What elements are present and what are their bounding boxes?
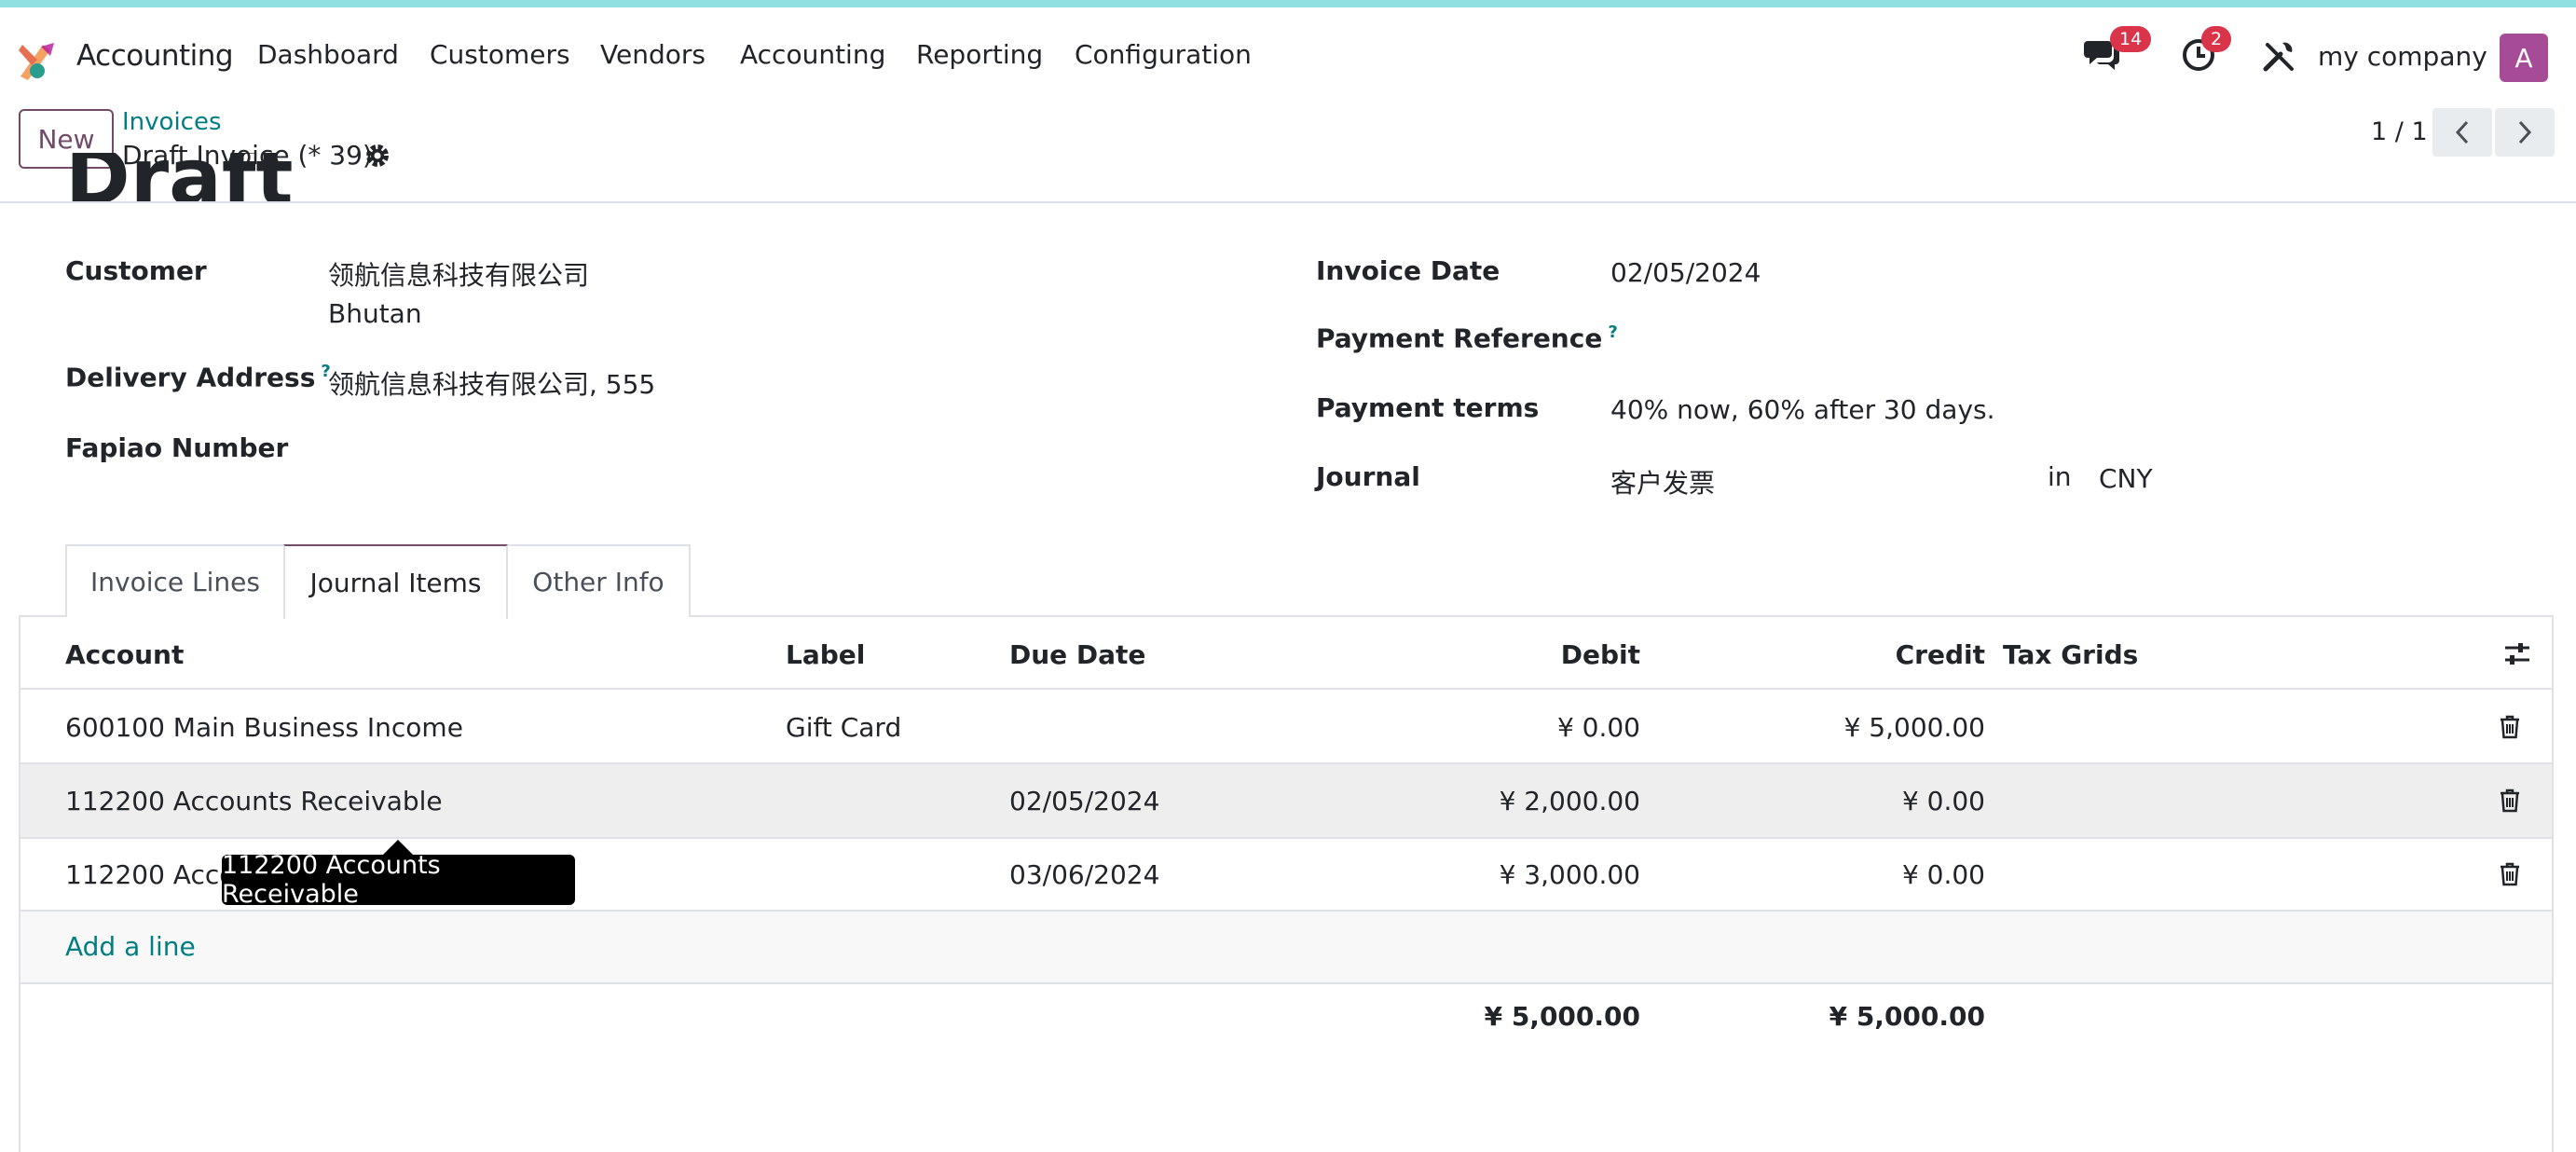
optional-columns-sliders-icon[interactable] [2503, 641, 2531, 667]
column-header-debit[interactable]: Debit [1454, 639, 1640, 670]
payment-terms-field[interactable]: 40% now, 60% after 30 days. [1610, 394, 1995, 425]
pager-next-button[interactable] [2495, 108, 2555, 157]
delivery-address-label: Delivery Address? [65, 362, 331, 393]
row-credit[interactable]: ¥ 5,000.00 [1743, 712, 1985, 743]
top-navbar: Accounting Dashboard Customers Vendors A… [0, 7, 2576, 93]
row-due-date[interactable]: 02/05/2024 [1009, 786, 1159, 816]
currency-field[interactable]: CNY [2099, 463, 2153, 494]
chevron-left-icon [2455, 120, 2469, 144]
pager-previous-button[interactable] [2432, 108, 2492, 157]
column-header-account[interactable]: Account [65, 639, 184, 670]
top-accent-bar [0, 0, 2576, 7]
menu-vendors[interactable]: Vendors [600, 39, 706, 70]
gear-icon[interactable] [363, 142, 391, 170]
row-debit[interactable]: ¥ 2,000.00 [1398, 786, 1640, 816]
column-header-label[interactable]: Label [786, 639, 865, 670]
sheet-right-border [2552, 615, 2554, 1152]
header-divider [19, 688, 2554, 690]
sheet-left-border [19, 615, 21, 1152]
delivery-address-field[interactable]: 领航信息科技有限公司, 555 [328, 364, 655, 402]
row-credit[interactable]: ¥ 0.00 [1743, 786, 1985, 816]
invoice-date-label: Invoice Date [1316, 255, 1500, 286]
journal-field[interactable]: 客户发票 [1610, 463, 1715, 501]
tab-invoice-lines[interactable]: Invoice Lines [65, 544, 285, 617]
column-header-credit[interactable]: Credit [1799, 639, 1985, 670]
total-credit: ¥ 5,000.00 [1829, 1001, 1985, 1032]
row-account[interactable]: 600100 Main Business Income [65, 712, 463, 743]
customer-name-field[interactable]: 领航信息科技有限公司 [328, 255, 589, 293]
chevron-right-icon [2518, 120, 2532, 144]
invoice-date-field[interactable]: 02/05/2024 [1610, 257, 1761, 288]
menu-configuration[interactable]: Configuration [1075, 39, 1252, 70]
customer-label: Customer [65, 255, 207, 286]
account-tooltip: 112200 Accounts Receivable [222, 851, 575, 909]
menu-customers[interactable]: Customers [430, 39, 570, 70]
row-label[interactable]: Gift Card [786, 712, 901, 743]
row-debit[interactable]: ¥ 3,000.00 [1398, 859, 1640, 890]
payment-reference-label: Payment Reference? [1316, 322, 1618, 354]
row-credit[interactable]: ¥ 0.00 [1743, 859, 1985, 890]
add-a-line-link[interactable]: Add a line [65, 931, 196, 962]
tab-other-info[interactable]: Other Info [506, 544, 691, 617]
invoice-state-title: Draft [65, 153, 294, 201]
control-panel-border [0, 201, 2576, 203]
pager-value[interactable]: 1 / 1 [2371, 117, 2428, 146]
accounting-app-icon[interactable] [17, 39, 58, 80]
user-avatar[interactable]: A [2500, 34, 2548, 82]
fapiao-number-label: Fapiao Number [65, 432, 289, 463]
debug-tools-icon[interactable] [2262, 39, 2295, 73]
add-line-row [21, 912, 2552, 982]
activities-badge: 2 [2201, 26, 2232, 52]
breadcrumb-invoices[interactable]: Invoices [122, 108, 222, 136]
total-debit: ¥ 5,000.00 [1484, 1001, 1640, 1032]
tab-journal-items[interactable]: Journal Items [283, 544, 508, 619]
row-due-date[interactable]: 03/06/2024 [1009, 859, 1159, 890]
app-name[interactable]: Accounting [76, 39, 234, 73]
journal-in-text: in [2048, 461, 2072, 492]
trash-icon[interactable] [2500, 715, 2520, 739]
column-header-tax-grids[interactable]: Tax Grids [2003, 639, 2138, 670]
row-debit[interactable]: ¥ 0.00 [1398, 712, 1640, 743]
messages-badge: 14 [2110, 26, 2152, 52]
column-header-due-date[interactable]: Due Date [1009, 639, 1145, 670]
payment-terms-label: Payment terms [1316, 392, 1540, 423]
trash-icon[interactable] [2500, 789, 2520, 813]
help-tooltip-icon[interactable]: ? [1608, 322, 1617, 342]
footer-divider [19, 982, 2554, 984]
row-account[interactable]: 112200 Accounts Receivable [65, 786, 443, 816]
menu-dashboard[interactable]: Dashboard [257, 39, 399, 70]
row-divider [19, 837, 2554, 839]
journal-label: Journal [1316, 461, 1420, 492]
menu-accounting[interactable]: Accounting [740, 39, 885, 70]
menu-reporting[interactable]: Reporting [916, 39, 1043, 70]
customer-country: Bhutan [328, 298, 422, 329]
company-switcher[interactable]: my company [2318, 41, 2487, 72]
trash-icon[interactable] [2500, 862, 2520, 886]
